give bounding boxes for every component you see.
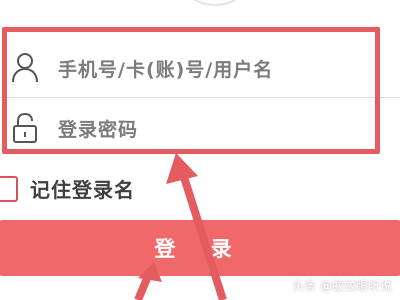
username-field[interactable]: 手机号/卡(账)号/用户名 bbox=[0, 42, 400, 94]
remember-row[interactable]: 记住登录名 bbox=[0, 168, 260, 208]
watermark: 头条 @蚊蚊眼听说 bbox=[292, 279, 392, 293]
username-input[interactable]: 手机号/卡(账)号/用户名 bbox=[58, 55, 273, 82]
password-field[interactable]: 登录密码 bbox=[0, 102, 400, 154]
login-form: 手机号/卡(账)号/用户名 登录密码 bbox=[0, 20, 400, 155]
top-avatar-edge bbox=[185, 0, 245, 6]
password-input[interactable]: 登录密码 bbox=[58, 115, 138, 142]
person-icon bbox=[12, 53, 38, 83]
lock-icon bbox=[13, 112, 37, 143]
field-divider bbox=[0, 97, 400, 98]
remember-checkbox[interactable] bbox=[0, 176, 18, 202]
remember-label[interactable]: 记住登录名 bbox=[30, 174, 135, 203]
login-button[interactable]: 登 录 bbox=[0, 220, 400, 276]
